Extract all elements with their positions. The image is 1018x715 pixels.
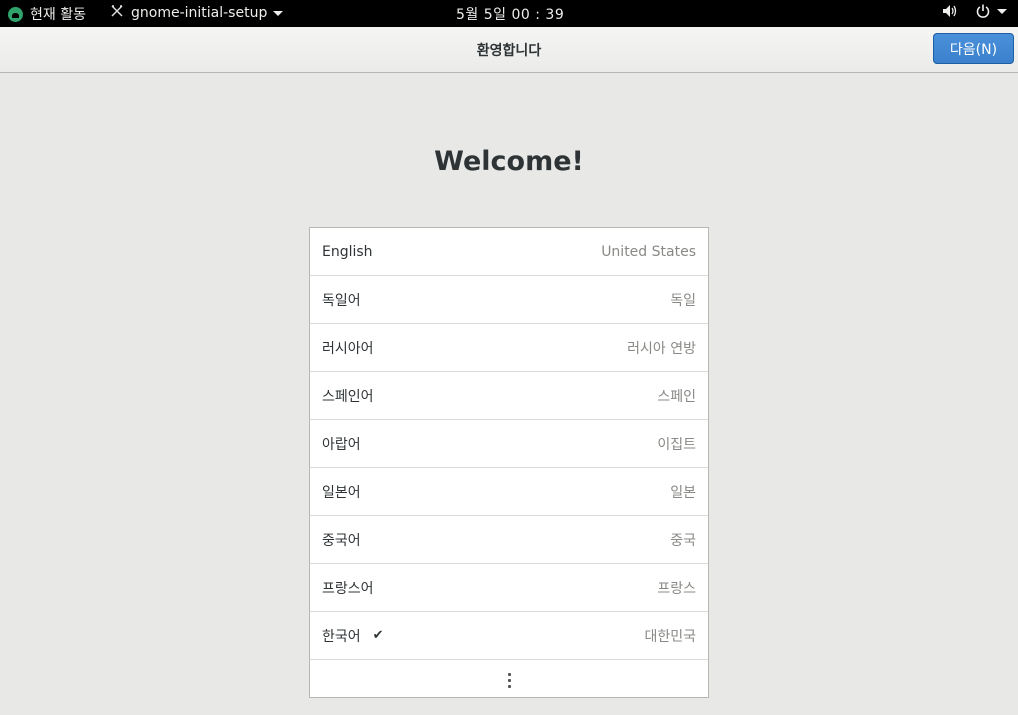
country-name: 대한민국 <box>644 628 696 645</box>
chevron-down-icon <box>273 10 284 16</box>
welcome-heading: Welcome! <box>434 146 584 177</box>
clock[interactable]: 5월 5일 00 : 39 <box>456 4 564 24</box>
app-icon <box>110 4 124 22</box>
language-row[interactable]: 러시아어 러시아 연방 <box>310 324 708 372</box>
more-vertical-icon <box>507 671 511 689</box>
chevron-down-icon <box>997 8 1007 14</box>
language-name: 중국어 <box>322 532 361 549</box>
language-row[interactable]: 프랑스어 프랑스 <box>310 564 708 612</box>
language-row[interactable]: 일본어 일본 <box>310 468 708 516</box>
language-row[interactable]: 스페인어 스페인 <box>310 372 708 420</box>
country-name: 독일 <box>670 292 696 309</box>
language-name: 러시아어 <box>322 340 374 357</box>
country-name: United States <box>601 243 696 260</box>
top-bar: 현재 활동 gnome-initial-setup 5월 5일 00 : 39 <box>0 0 1018 27</box>
language-row[interactable]: 아랍어 이집트 <box>310 420 708 468</box>
activities-label: 현재 활동 <box>30 7 86 23</box>
country-name: 프랑스 <box>657 580 696 597</box>
volume-icon <box>941 3 957 19</box>
language-row[interactable]: 한국어 ✔ 대한민국 <box>310 612 708 660</box>
language-name: English <box>322 243 373 260</box>
language-row[interactable]: 중국어 중국 <box>310 516 708 564</box>
header-bar: 환영합니다 다음(N) <box>0 27 1018 73</box>
language-name: 독일어 <box>322 292 361 309</box>
country-name: 일본 <box>670 484 696 501</box>
check-icon: ✔ <box>372 628 384 643</box>
next-button[interactable]: 다음(N) <box>933 33 1014 64</box>
app-name: gnome-initial-setup <box>131 5 268 21</box>
more-languages-button[interactable] <box>310 660 708 700</box>
app-menu[interactable]: gnome-initial-setup <box>110 4 284 22</box>
language-row[interactable]: 독일어 독일 <box>310 276 708 324</box>
system-menu[interactable] <box>923 3 1007 19</box>
country-name: 중국 <box>670 532 696 549</box>
language-name: 프랑스어 <box>322 580 374 597</box>
language-name: 스페인어 <box>322 388 374 405</box>
country-name: 러시아 연방 <box>627 340 696 357</box>
language-row[interactable]: English United States <box>310 228 708 276</box>
country-name: 스페인 <box>657 388 696 405</box>
activities-button[interactable]: 현재 활동 <box>8 4 86 24</box>
power-icon <box>975 3 991 19</box>
language-name: 일본어 <box>322 484 361 501</box>
language-name: 한국어 <box>322 628 361 645</box>
page-title: 환영합니다 <box>476 43 542 59</box>
language-list: English United States 독일어 독일 러시아어 러시아 연방 스페인어 스… <box>309 227 709 698</box>
country-name: 이집트 <box>657 436 696 453</box>
gnome-logo-icon <box>8 6 23 22</box>
language-name: 아랍어 <box>322 436 361 453</box>
